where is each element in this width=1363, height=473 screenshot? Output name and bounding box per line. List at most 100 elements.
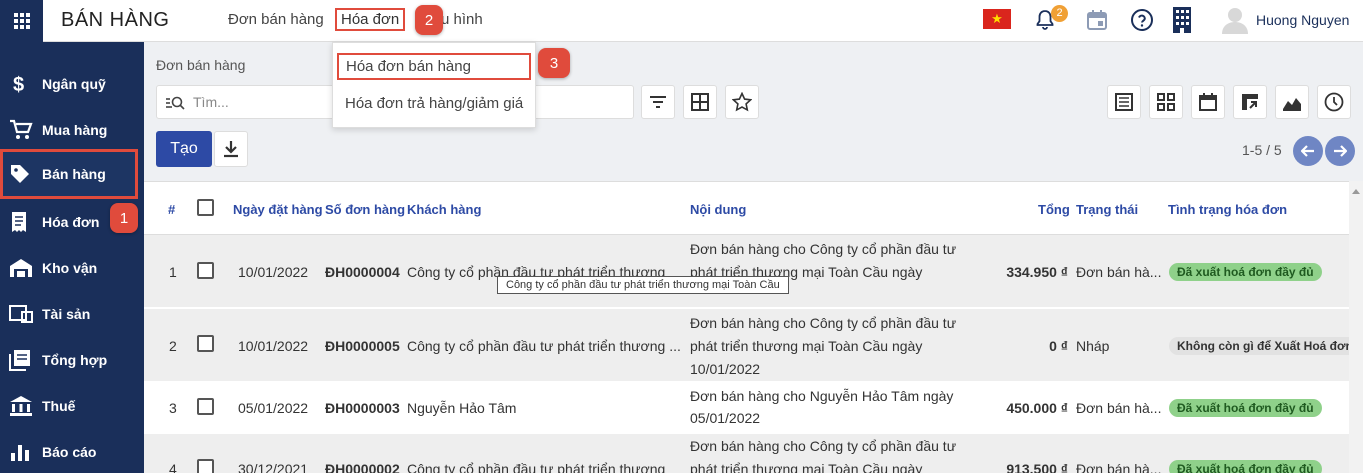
- dollar-icon: $: [13, 74, 24, 95]
- sidebar-item-label: Tài sản: [42, 306, 91, 322]
- order-number: ĐH0000003: [325, 400, 400, 416]
- vertical-scrollbar[interactable]: [1349, 181, 1363, 473]
- select-all-checkbox[interactable]: [197, 199, 214, 216]
- order-content-line1: Đơn bán hàng cho Công ty cổ phần đầu tư: [690, 438, 957, 454]
- calendar-view-button[interactable]: [1191, 85, 1225, 119]
- arrow-left-icon: [1301, 145, 1314, 157]
- table-row[interactable]: 1 10/01/2022 ĐH0000004 Công ty cổ phần đ…: [144, 235, 1349, 307]
- graph-view-button[interactable]: [1275, 85, 1309, 119]
- row-checkbox[interactable]: [197, 459, 214, 473]
- row-index: 1: [169, 264, 177, 280]
- breadcrumb[interactable]: Đơn bán hàng: [156, 57, 245, 73]
- order-status: Đơn bán hà...: [1076, 400, 1162, 416]
- favorites-button[interactable]: [725, 85, 759, 119]
- column-header-date[interactable]: Ngày đặt hàng: [233, 202, 323, 217]
- pager-value[interactable]: 1-5 / 5: [1242, 142, 1282, 158]
- column-header-status[interactable]: Trạng thái: [1076, 202, 1138, 217]
- row-index: 2: [169, 338, 177, 354]
- group-by-button[interactable]: [683, 85, 717, 119]
- column-header-total[interactable]: Tổng: [1038, 202, 1070, 217]
- sidebar-item-purchase[interactable]: Mua hàng: [0, 107, 144, 153]
- receipt-icon: [12, 212, 26, 232]
- sidebar-item-label: Tổng hợp: [42, 352, 108, 368]
- order-date: 10/01/2022: [238, 264, 309, 280]
- order-number: ĐH0000004: [325, 264, 400, 280]
- star-icon: [732, 92, 752, 112]
- sidebar-item-label: Hóa đơn: [42, 214, 100, 230]
- table-row[interactable]: 4 30/12/2021 ĐH0000002 Công ty cổ phần đ…: [144, 434, 1349, 473]
- arrow-right-icon: [1334, 145, 1347, 157]
- pivot-view-button[interactable]: [1233, 85, 1267, 119]
- table-row[interactable]: 2 10/01/2022 ĐH0000005 Công ty cổ phần đ…: [144, 309, 1361, 381]
- cart-icon: [10, 119, 33, 139]
- menu-orders[interactable]: Đơn bán hàng: [228, 11, 324, 28]
- sidebar-item-assets[interactable]: Tài sản: [0, 291, 144, 337]
- building-icon[interactable]: [1172, 6, 1192, 34]
- help-icon[interactable]: [1130, 8, 1154, 32]
- order-content-line3: 10/01/2022: [690, 361, 761, 377]
- pager-next-button[interactable]: [1325, 136, 1355, 166]
- create-button[interactable]: Tạo: [156, 131, 212, 167]
- area-chart-icon: [1283, 98, 1301, 111]
- kanban-view-button[interactable]: [1149, 85, 1183, 119]
- order-date: 10/01/2022: [238, 338, 309, 354]
- dropdown-item-return-invoice[interactable]: Hóa đơn trả hàng/giảm giá: [345, 95, 523, 112]
- customer-name: Công ty cổ phần đầu tư phát triển thương: [407, 461, 666, 473]
- order-content-line2: phát triển thương mại Toàn Cầu ngày: [690, 461, 923, 473]
- order-content-line2: phát triển thương mại Toàn Cầu ngày: [690, 338, 923, 354]
- pager-previous-button[interactable]: [1293, 136, 1323, 166]
- invoice-status-badge: Không còn gì để Xuất Hoá đơn: [1169, 337, 1361, 355]
- order-total: 334.950 ₫: [1006, 264, 1068, 280]
- avatar[interactable]: [1222, 6, 1248, 34]
- column-header-content[interactable]: Nội dung: [690, 202, 746, 217]
- sidebar-item-sales[interactable]: Bán hàng: [0, 149, 138, 199]
- apps-menu-icon[interactable]: [0, 0, 43, 42]
- search-icon: [166, 96, 185, 110]
- filter-button[interactable]: [641, 85, 675, 119]
- row-checkbox[interactable]: [197, 262, 214, 279]
- vietnam-flag-icon[interactable]: ★: [983, 9, 1011, 29]
- order-total: 0 ₫: [1049, 338, 1068, 354]
- bar-chart-icon: [11, 445, 29, 461]
- customer-name: Nguyễn Hảo Tâm: [407, 400, 517, 416]
- calendar-view-icon: [1199, 93, 1217, 111]
- sidebar-item-inventory[interactable]: Kho vận: [0, 245, 144, 291]
- sidebar-item-reports[interactable]: Báo cáo: [0, 429, 144, 473]
- download-button[interactable]: [214, 131, 248, 167]
- sidebar-item-general[interactable]: Tổng hợp: [0, 337, 144, 383]
- invoice-status-badge: Đã xuất hoá đơn đầy đủ: [1169, 263, 1322, 281]
- order-content-line1: Đơn bán hàng cho Công ty cổ phần đầu tư: [690, 315, 957, 331]
- invoices-dropdown: Hóa đơn bán hàng Hóa đơn trả hàng/giảm g…: [332, 42, 536, 128]
- column-header-customer[interactable]: Khách hàng: [407, 202, 481, 217]
- column-header-index: #: [168, 202, 176, 217]
- table-row[interactable]: 3 05/01/2022 ĐH0000003 Nguyễn Hảo Tâm Đơ…: [144, 381, 1349, 433]
- order-total: 913.500 ₫: [1006, 461, 1068, 473]
- order-content-line1: Đơn bán hàng cho Công ty cổ phần đầu tư: [690, 241, 957, 257]
- row-checkbox[interactable]: [197, 335, 214, 352]
- menu-invoices[interactable]: Hóa đơn: [335, 8, 406, 31]
- column-header-invoice-status[interactable]: Tình trạng hóa đơn: [1168, 202, 1287, 217]
- column-header-number[interactable]: Số đơn hàng: [325, 202, 405, 217]
- dropdown-item-sales-invoice[interactable]: Hóa đơn bán hàng: [337, 53, 531, 80]
- menu-config[interactable]: u hình: [441, 11, 483, 28]
- download-icon: [224, 141, 238, 158]
- sidebar-item-treasury[interactable]: $ Ngân quỹ: [0, 61, 144, 107]
- sidebar-item-tax[interactable]: Thuế: [0, 383, 144, 429]
- assets-icon: [9, 305, 33, 323]
- filter-icon: [650, 96, 666, 108]
- row-index: 3: [169, 400, 177, 416]
- app-title: BÁN HÀNG: [61, 9, 170, 31]
- calendar-icon[interactable]: [1086, 9, 1108, 31]
- list-view-button[interactable]: [1107, 85, 1141, 119]
- row-checkbox[interactable]: [197, 398, 214, 415]
- sidebar-item-label: Báo cáo: [42, 444, 97, 460]
- order-content-line1: Đơn bán hàng cho Nguyễn Hảo Tâm ngày: [690, 388, 954, 404]
- order-content-line2: 05/01/2022: [690, 410, 761, 426]
- order-status: Nháp: [1076, 338, 1110, 354]
- svg-text:$: $: [13, 74, 24, 95]
- sidebar-item-label: Thuế: [42, 398, 76, 414]
- user-name[interactable]: Huong Nguyen: [1256, 12, 1349, 28]
- activity-view-button[interactable]: [1317, 85, 1351, 119]
- order-total: 450.000 ₫: [1006, 400, 1068, 416]
- kanban-icon: [1157, 93, 1175, 111]
